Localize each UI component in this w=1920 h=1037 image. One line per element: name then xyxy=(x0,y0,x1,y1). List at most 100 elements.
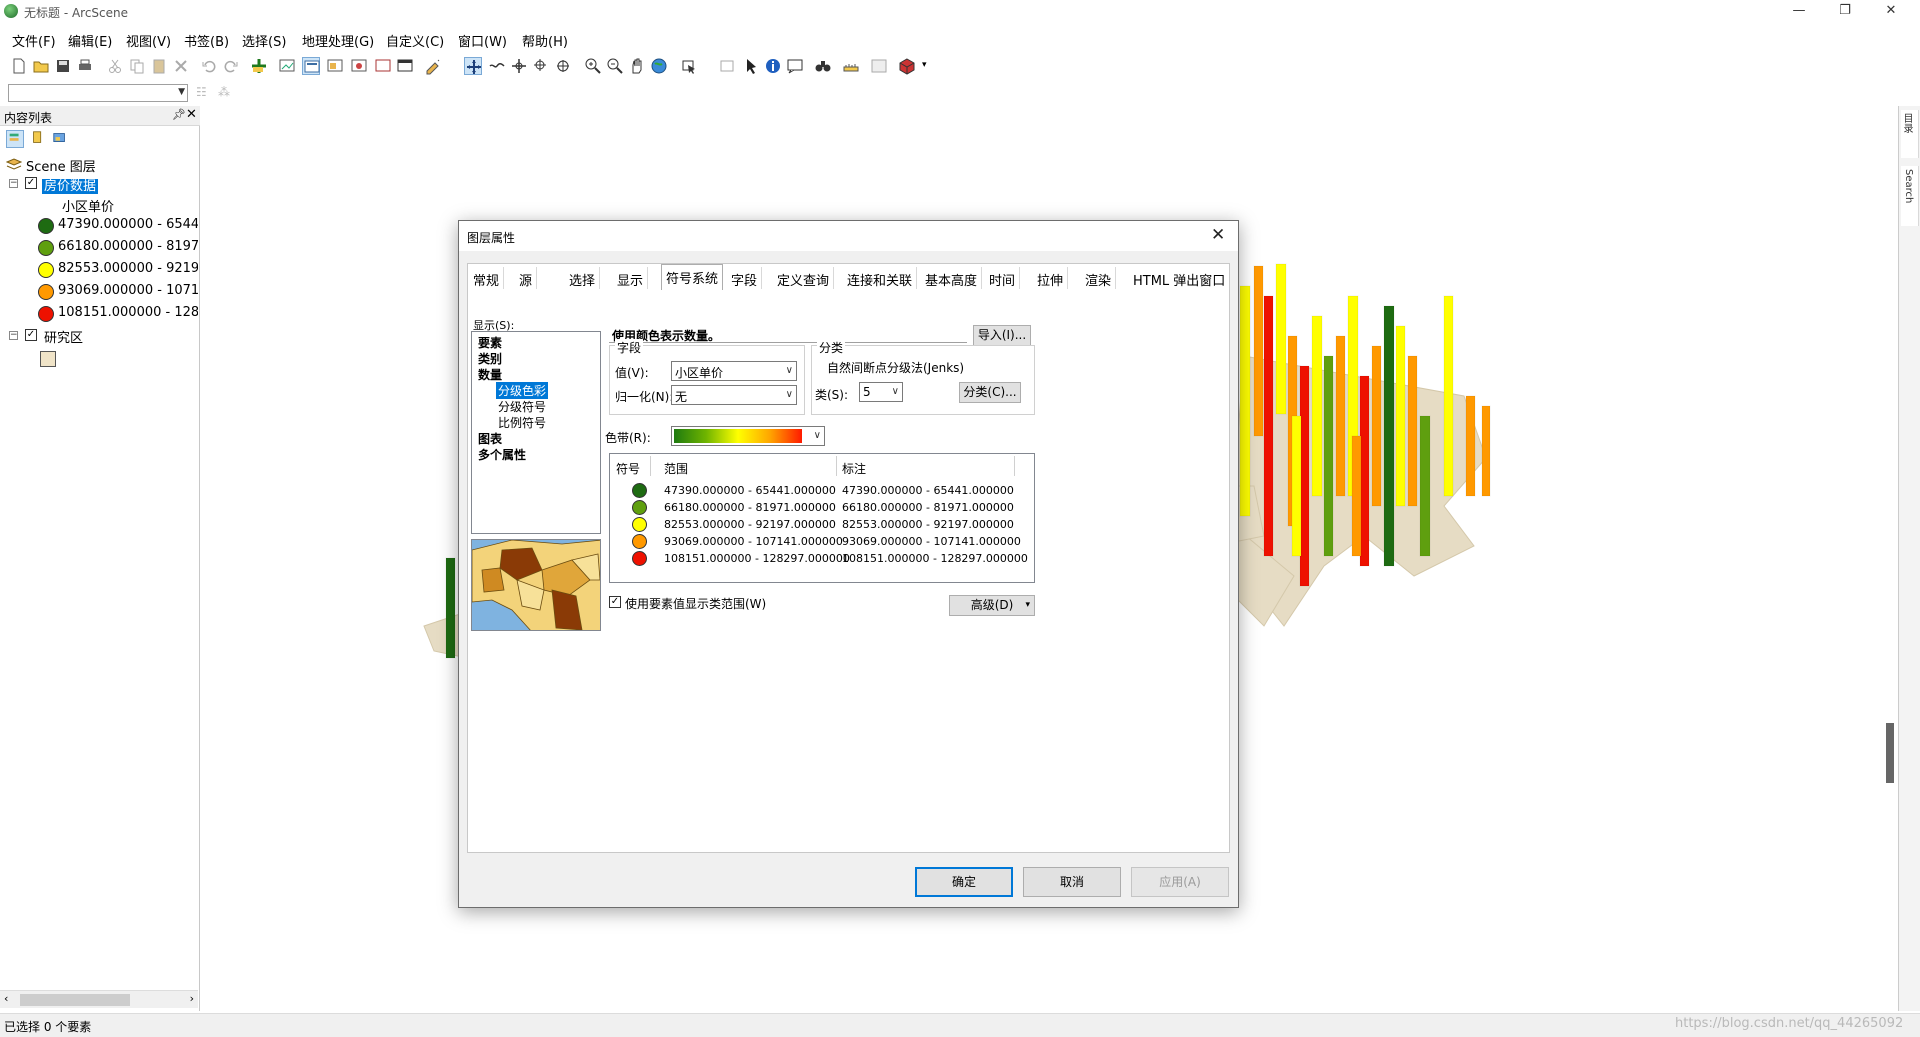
editor-toolbar-icon[interactable] xyxy=(424,57,442,75)
html-popup-icon[interactable] xyxy=(786,57,804,75)
show-multiple-attributes[interactable]: 多个属性 xyxy=(478,446,526,463)
layout-icon[interactable] xyxy=(326,57,344,75)
legend-class-2[interactable]: 66180.000000 - 8197 xyxy=(0,239,198,257)
show-proportional-symbols[interactable]: 比例符号 xyxy=(498,414,546,431)
viewer-icon[interactable] xyxy=(396,57,414,75)
symbol-column-header[interactable]: 符号 xyxy=(616,460,640,477)
row-symbol[interactable] xyxy=(632,517,647,532)
save-icon[interactable] xyxy=(54,57,72,75)
table-row[interactable]: 82553.000000 - 92197.000000 82553.000000… xyxy=(610,517,1030,532)
class-table[interactable]: 符号 范围 标注 47390.000000 - 65441.000000 473… xyxy=(609,453,1035,583)
print-icon[interactable] xyxy=(76,57,94,75)
show-features[interactable]: 要素 xyxy=(478,334,502,351)
select-element-icon[interactable] xyxy=(742,57,760,75)
zoom-in-icon[interactable] xyxy=(584,57,602,75)
collapse-icon[interactable]: − xyxy=(9,179,18,188)
set-observer-icon[interactable] xyxy=(554,57,572,75)
apply-button[interactable]: 应用(A) xyxy=(1131,867,1229,897)
layer1-visibility-checkbox[interactable]: ✓ xyxy=(25,177,37,189)
tab-rendering[interactable]: 渲染 xyxy=(1081,267,1117,289)
animation-icon[interactable] xyxy=(374,57,392,75)
row-symbol[interactable] xyxy=(632,483,647,498)
pan-icon[interactable] xyxy=(628,57,646,75)
zoom-to-target-icon[interactable] xyxy=(532,57,550,75)
copy-icon[interactable] xyxy=(128,57,146,75)
navigate-tool-icon[interactable] xyxy=(464,57,482,75)
full-extent-icon[interactable] xyxy=(650,57,668,75)
row-symbol[interactable] xyxy=(632,500,647,515)
cancel-button[interactable]: 取消 xyxy=(1023,867,1121,897)
catalog-tab[interactable]: 目录 xyxy=(1901,110,1919,158)
normalize-select[interactable]: 无 ∨ xyxy=(671,385,797,405)
range-column-header[interactable]: 范围 xyxy=(664,460,688,477)
scroll-left-icon[interactable]: ‹ xyxy=(4,992,8,1005)
tab-symbology[interactable]: 符号系统 xyxy=(661,264,724,290)
menu-bookmarks[interactable]: 书签(B) xyxy=(184,31,229,50)
menu-geoprocessing[interactable]: 地理处理(G) xyxy=(302,31,374,50)
table-row[interactable]: 47390.000000 - 65441.000000 47390.000000… xyxy=(610,483,1030,498)
classify-button[interactable]: 分类(C)... xyxy=(959,382,1021,403)
redo-icon[interactable] xyxy=(222,57,240,75)
menu-customize[interactable]: 自定义(C) xyxy=(386,31,444,50)
minimize-button[interactable]: — xyxy=(1776,0,1822,24)
zoom-out-icon[interactable] xyxy=(606,57,624,75)
show-graduated-symbols[interactable]: 分级符号 xyxy=(498,398,546,415)
tab-base-heights[interactable]: 基本高度 xyxy=(921,267,983,289)
scroll-right-icon[interactable]: › xyxy=(190,992,194,1005)
collapse-icon[interactable]: − xyxy=(9,331,18,340)
target-center-icon[interactable] xyxy=(510,57,528,75)
menu-help[interactable]: 帮助(H) xyxy=(522,31,568,50)
scroll-thumb[interactable] xyxy=(20,994,130,1006)
menu-windows[interactable]: 窗口(W) xyxy=(458,31,507,50)
scene-properties-icon[interactable] xyxy=(350,57,368,75)
tab-selection[interactable]: 选择 xyxy=(565,267,601,289)
fly-icon[interactable] xyxy=(488,57,506,75)
layer2-visibility-checkbox[interactable]: ✓ xyxy=(25,329,37,341)
toc-close-icon[interactable]: ✕ xyxy=(186,107,197,122)
tab-definition-query[interactable]: 定义查询 xyxy=(773,267,835,289)
menu-selection[interactable]: 选择(S) xyxy=(242,31,286,50)
arctoolbox-icon[interactable] xyxy=(898,57,916,75)
add-data-icon[interactable] xyxy=(250,57,268,75)
tab-extrusion[interactable]: 拉伸 xyxy=(1033,267,1069,289)
search-tab[interactable]: Search xyxy=(1901,166,1919,226)
show-charts[interactable]: 图表 xyxy=(478,430,502,447)
list-by-drawing-order-icon[interactable] xyxy=(6,130,24,148)
advanced-button[interactable]: 高级(D) ▾ xyxy=(949,595,1035,616)
show-quantities[interactable]: 数量 xyxy=(478,366,502,383)
pin-icon[interactable]: 📌︎ xyxy=(172,108,186,121)
renderer-list[interactable]: 要素 类别 数量 分级色彩 分级符号 比例符号 图表 多个属性 xyxy=(471,331,601,534)
import-button[interactable]: 导入(I)... xyxy=(973,325,1031,346)
identify-icon[interactable] xyxy=(764,57,782,75)
menu-file[interactable]: 文件(F) xyxy=(12,31,56,50)
show-graduated-colors[interactable]: 分级色彩 xyxy=(496,382,549,399)
use-feature-values-checkbox[interactable]: ✓ xyxy=(609,596,621,608)
dialog-close-icon[interactable]: ✕ xyxy=(1211,225,1225,245)
open-icon[interactable] xyxy=(32,57,50,75)
legend-class-1[interactable]: 47390.000000 - 6544 xyxy=(0,217,198,235)
tab-fields[interactable]: 字段 xyxy=(727,267,763,289)
select-features-icon[interactable] xyxy=(680,57,698,75)
undo-icon[interactable] xyxy=(200,57,218,75)
menu-view[interactable]: 视图(V) xyxy=(126,31,171,50)
label-column-header[interactable]: 标注 xyxy=(842,460,866,477)
find-icon[interactable] xyxy=(814,57,832,75)
table-row[interactable]: 108151.000000 - 128297.000000 108151.000… xyxy=(610,551,1030,566)
row-symbol[interactable] xyxy=(632,534,647,549)
menu-edit[interactable]: 编辑(E) xyxy=(68,31,112,50)
paste-icon[interactable] xyxy=(150,57,168,75)
value-field-select[interactable]: 小区单价 ∨ xyxy=(671,361,797,381)
ok-button[interactable]: 确定 xyxy=(915,867,1013,897)
list-by-source-icon[interactable] xyxy=(30,130,48,148)
scene-view-icon[interactable] xyxy=(302,57,320,75)
color-ramp-select[interactable]: ∨ xyxy=(671,426,825,446)
toolbar-overflow-icon[interactable]: ▾ xyxy=(922,60,927,70)
polygon-symbol[interactable] xyxy=(40,351,56,367)
list-by-visibility-icon[interactable] xyxy=(52,130,70,148)
layer-tool-icon-2[interactable]: ⁂ xyxy=(218,85,234,101)
table-row[interactable]: 66180.000000 - 81971.000000 66180.000000… xyxy=(610,500,1030,515)
restore-button[interactable]: ❐ xyxy=(1822,0,1868,24)
layer-yanjiuqu[interactable]: 研究区 xyxy=(44,327,83,346)
row-symbol[interactable] xyxy=(632,551,647,566)
layer-fangjia[interactable]: 房价数据 xyxy=(42,175,99,194)
